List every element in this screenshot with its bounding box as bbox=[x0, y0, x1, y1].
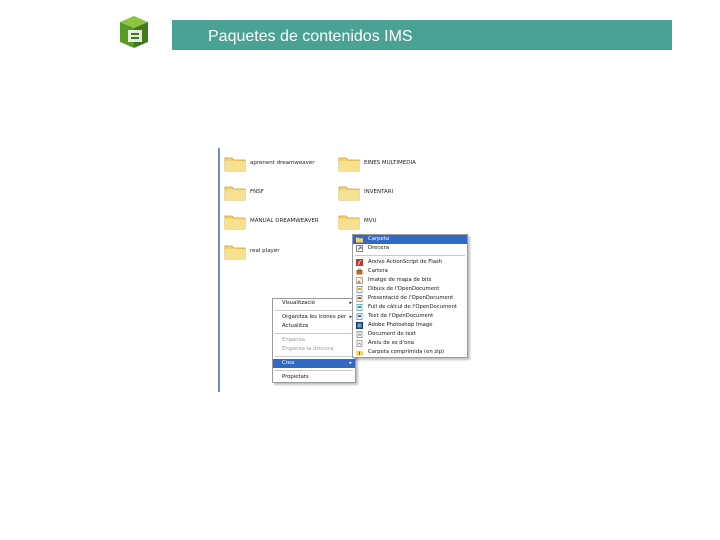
submenu-item-photoshop[interactable]: Adobe Photoshop Image bbox=[353, 321, 467, 330]
folder-label: INVENTARI bbox=[364, 189, 394, 195]
folder-icon bbox=[356, 237, 363, 243]
menu-item-crea[interactable]: Crea ▸ bbox=[273, 359, 355, 368]
menu-item-enganxa-drecera: Enganxa la drecera bbox=[282, 346, 334, 352]
folder-label: MANUAL DREAMWEAVER bbox=[250, 218, 319, 224]
folder-label: aprenent dreamweaver bbox=[250, 160, 315, 166]
photoshop-icon bbox=[356, 322, 363, 329]
menu-divider bbox=[275, 356, 353, 357]
folder-item[interactable]: INVENTARI bbox=[338, 183, 393, 201]
folder-item[interactable]: MVU bbox=[338, 212, 377, 230]
submenu-item-so-ona[interactable]: Arxiu de so d'ona bbox=[353, 339, 467, 348]
folder-icon bbox=[224, 157, 246, 172]
folder-icon bbox=[338, 186, 360, 201]
submenu-item-flash[interactable]: Arxivo ActionScript de Flash bbox=[353, 258, 467, 267]
document-icon bbox=[356, 295, 363, 302]
folder-item[interactable]: aprenent dreamweaver bbox=[224, 154, 315, 172]
submenu-item-od-full-calcul[interactable]: Full de càlcul de l'OpenDocument bbox=[353, 303, 467, 312]
page-title: Paquetes de contenidos IMS bbox=[208, 28, 413, 45]
folder-item[interactable]: FNSF bbox=[224, 183, 264, 201]
submenu-item-document-text[interactable]: Document de text bbox=[353, 330, 467, 339]
submenu-item-carpeta-zip[interactable]: Carpeta comprimida (en zip) bbox=[353, 348, 467, 357]
shortcut-icon bbox=[356, 245, 363, 252]
menu-item-organitza[interactable]: Organitza les icones per ▸ bbox=[273, 313, 355, 322]
folder-label: EINES MULTIMEDIA bbox=[364, 160, 416, 166]
document-icon bbox=[356, 286, 363, 293]
folder-icon bbox=[338, 215, 360, 230]
document-icon bbox=[356, 304, 363, 311]
folder-item[interactable]: EINES MULTIMEDIA bbox=[338, 154, 416, 172]
document-icon bbox=[356, 313, 363, 320]
header-bar: Paquetes de contenidos IMS bbox=[172, 20, 672, 50]
context-menu: Visualització ▸ Organitza les icones per ▸… bbox=[272, 298, 356, 383]
menu-item-enganxa: Enganxa bbox=[282, 337, 306, 343]
menu-divider bbox=[275, 333, 353, 334]
briefcase-icon bbox=[356, 268, 363, 275]
bitmap-icon bbox=[356, 277, 363, 284]
chevron-right-icon: ▸ bbox=[349, 360, 352, 366]
menu-divider bbox=[275, 370, 353, 371]
submenu-item-drecera[interactable]: Drecera bbox=[353, 244, 467, 253]
menu-item-propietats[interactable]: Propietats bbox=[273, 373, 355, 382]
submenu-item-od-text[interactable]: Text de l'OpenDocument bbox=[353, 312, 467, 321]
flash-icon bbox=[356, 259, 363, 266]
folder-icon bbox=[224, 186, 246, 201]
sound-file-icon bbox=[356, 340, 363, 347]
menu-item-visualitzacio[interactable]: Visualització ▸ bbox=[273, 299, 355, 308]
submenu-item-od-presentacio[interactable]: Presentació de l'OpenDocument bbox=[353, 294, 467, 303]
create-submenu: Carpeta Drecera Arxivo ActionScript de F… bbox=[352, 234, 468, 358]
folder-icon bbox=[224, 245, 246, 260]
folder-label: MVU bbox=[364, 218, 377, 224]
submenu-item-carpeta[interactable]: Carpeta bbox=[353, 235, 467, 244]
green-cube-logo-icon bbox=[114, 14, 156, 50]
submenu-item-bitmap[interactable]: Imatge de mapa de bits bbox=[353, 276, 467, 285]
menu-item-actualitza[interactable]: Actualitza bbox=[273, 322, 355, 331]
folder-item[interactable]: MANUAL DREAMWEAVER bbox=[224, 212, 319, 230]
text-file-icon bbox=[356, 331, 363, 338]
menu-divider bbox=[355, 255, 465, 256]
zip-folder-icon bbox=[356, 350, 363, 356]
folder-label: FNSF bbox=[250, 189, 264, 195]
window-edge bbox=[218, 148, 220, 392]
folder-icon bbox=[338, 157, 360, 172]
folder-icon bbox=[224, 215, 246, 230]
menu-divider bbox=[275, 310, 353, 311]
submenu-item-od-dibuix[interactable]: Dibuix de l'OpenDocument bbox=[353, 285, 467, 294]
folder-item[interactable]: real player bbox=[224, 242, 279, 260]
folder-label: real player bbox=[250, 248, 280, 254]
submenu-item-cartera[interactable]: Cartera bbox=[353, 267, 467, 276]
